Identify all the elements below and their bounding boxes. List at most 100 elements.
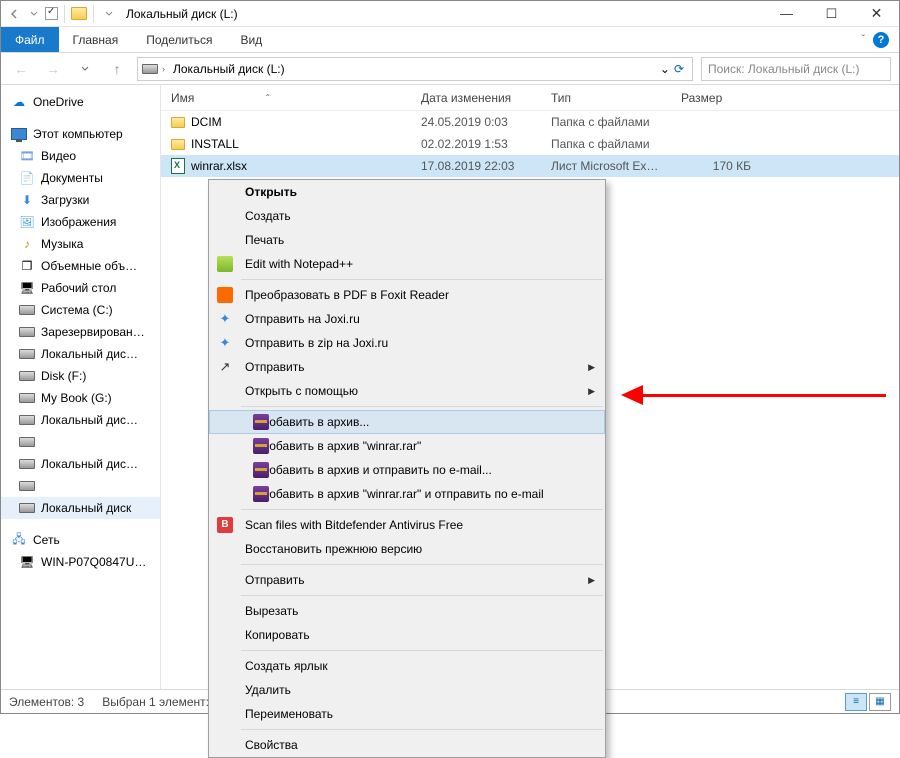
sidebar-item-desktop[interactable]: 🖥Рабочий стол — [1, 277, 160, 299]
file-row[interactable]: DCIM24.05.2019 0:03Папка с файлами — [161, 111, 899, 133]
context-menu-separator — [241, 595, 603, 596]
qat-back-icon[interactable] — [5, 5, 23, 23]
nav-up-button[interactable]: ↑ — [105, 57, 129, 81]
sidebar-item-reserved[interactable]: Зарезервирован… — [1, 321, 160, 343]
context-menu-item[interactable]: Удалить — [209, 678, 605, 702]
monitor-icon — [11, 126, 27, 142]
sidebar-item-disk-f[interactable]: Disk (F:) — [1, 365, 160, 387]
nav-history-dropdown[interactable] — [73, 57, 97, 81]
sidebar-item-mybook-g[interactable]: My Book (G:) — [1, 387, 160, 409]
context-menu-item[interactable]: ✦Отправить на Joxi.ru — [209, 307, 605, 331]
sidebar-onedrive[interactable]: ☁ OneDrive — [1, 91, 160, 113]
context-menu-item[interactable]: Добавить в архив "winrar.rar" и отправит… — [209, 482, 605, 506]
ribbon-tab-view[interactable]: Вид — [226, 27, 276, 52]
help-icon[interactable]: ? — [873, 32, 889, 48]
drive-icon — [19, 302, 35, 318]
breadcrumb-box[interactable]: › Локальный диск (L:) ⌄ ⟳ — [137, 57, 693, 81]
column-type[interactable]: Тип — [551, 91, 681, 105]
sidebar-item-localdisk-1[interactable]: Локальный дис… — [1, 343, 160, 365]
maximize-button[interactable]: ☐ — [809, 1, 854, 26]
context-menu-label: Открыть с помощью — [245, 384, 358, 398]
drive-icon — [19, 500, 35, 516]
ribbon-tab-home[interactable]: Главная — [59, 27, 133, 52]
sidebar-item-music[interactable]: ♪Музыка — [1, 233, 160, 255]
context-menu-item[interactable]: ✦Отправить в zip на Joxi.ru — [209, 331, 605, 355]
view-large-button[interactable]: ▦ — [869, 693, 891, 711]
network-icon: 🖧 — [11, 532, 27, 548]
ribbon-tab-share[interactable]: Поделиться — [132, 27, 226, 52]
context-menu-item[interactable]: Создать ярлык — [209, 654, 605, 678]
ribbon-tabs: Файл Главная Поделиться Вид ˇ ? — [1, 27, 899, 53]
chevron-down-icon[interactable]: ⌄ — [660, 62, 670, 76]
sidebar-this-pc[interactable]: Этот компьютер — [1, 123, 160, 145]
nav-forward-button[interactable]: → — [41, 57, 65, 81]
context-menu-item[interactable]: Открыть с помощью▶ — [209, 379, 605, 403]
context-menu: ОткрытьСоздатьПечать Edit with Notepad++ П… — [208, 179, 606, 758]
context-menu-item[interactable]: Преобразовать в PDF в Foxit Reader — [209, 283, 605, 307]
context-menu-label: Scan files with Bitdefender Antivirus Fr… — [245, 518, 463, 532]
context-menu-item[interactable]: Добавить в архив... — [209, 410, 605, 434]
column-date[interactable]: Дата изменения — [421, 91, 551, 105]
context-menu-item[interactable]: Добавить в архив "winrar.rar" — [209, 434, 605, 458]
context-menu-item[interactable]: Edit with Notepad++ — [209, 252, 605, 276]
context-menu-item[interactable]: Восстановить прежнюю версию — [209, 537, 605, 561]
sidebar-item-empty-1[interactable] — [1, 431, 160, 453]
chevron-right-icon[interactable]: › — [162, 64, 165, 74]
foxit-icon — [217, 287, 233, 303]
winrar-icon — [253, 462, 269, 478]
qat-checkbox-icon[interactable] — [45, 7, 58, 20]
column-headers: Имя⌃ Дата изменения Тип Размер — [161, 85, 899, 111]
context-menu-item[interactable]: Отправить▶ — [209, 568, 605, 592]
context-menu-item[interactable]: Свойства — [209, 733, 605, 757]
sidebar-item-localdisk-3[interactable]: Локальный дис… — [1, 453, 160, 475]
sidebar-network[interactable]: 🖧Сеть — [1, 529, 160, 551]
nav-back-button[interactable]: ← — [9, 57, 33, 81]
minimize-button[interactable]: — — [764, 1, 809, 26]
breadcrumb-location[interactable]: Локальный диск (L:) — [169, 62, 289, 76]
sidebar-item-video[interactable]: 🎞Видео — [1, 145, 160, 167]
context-menu-item[interactable]: Открыть — [209, 180, 605, 204]
column-name[interactable]: Имя⌃ — [171, 91, 421, 105]
sidebar-item-localdisk-2[interactable]: Локальный дис… — [1, 409, 160, 431]
desktop-icon: 🖥 — [19, 280, 35, 296]
file-row[interactable]: winrar.xlsx17.08.2019 22:03Лист Microsof… — [161, 155, 899, 177]
context-menu-label: Добавить в архив "winrar.rar" — [261, 439, 421, 453]
context-menu-item[interactable]: Переименовать — [209, 702, 605, 726]
context-menu-label: Отправить в zip на Joxi.ru — [245, 336, 388, 350]
submenu-arrow-icon: ▶ — [588, 362, 595, 373]
sidebar-item-empty-2[interactable] — [1, 475, 160, 497]
sidebar-item-drive-c[interactable]: Система (C:) — [1, 299, 160, 321]
context-menu-item[interactable]: Вырезать — [209, 599, 605, 623]
view-details-button[interactable]: ≡ — [845, 693, 867, 711]
sidebar-item-downloads[interactable]: ⬇Загрузки — [1, 189, 160, 211]
file-row[interactable]: INSTALL02.02.2019 1:53Папка с файлами — [161, 133, 899, 155]
file-type: Папка с файлами — [551, 137, 681, 151]
context-menu-item[interactable]: Копировать — [209, 623, 605, 647]
cloud-icon: ☁ — [11, 94, 27, 110]
sidebar-item-3dobjects[interactable]: ❒Объемные объ… — [1, 255, 160, 277]
annotation-arrow — [621, 385, 886, 405]
search-placeholder: Поиск: Локальный диск (L:) — [708, 62, 860, 76]
context-menu-item[interactable]: B Scan files with Bitdefender Antivirus F… — [209, 513, 605, 537]
column-size[interactable]: Размер — [681, 91, 761, 105]
context-menu-item[interactable]: ↗Отправить▶ — [209, 355, 605, 379]
refresh-icon[interactable]: ⟳ — [674, 62, 684, 76]
qat-dropdown-icon[interactable] — [100, 5, 118, 23]
ribbon-tab-file[interactable]: Файл — [1, 27, 59, 52]
sidebar-item-documents[interactable]: 📄Документы — [1, 167, 160, 189]
qat-down-icon[interactable] — [25, 5, 43, 23]
bitdefender-icon: B — [217, 517, 233, 533]
context-menu-label: Edit with Notepad++ — [245, 257, 353, 271]
sidebar-item-pictures[interactable]: 🖼Изображения — [1, 211, 160, 233]
sidebar-item-localdisk-l[interactable]: Локальный диск — [1, 497, 160, 519]
folder-icon — [71, 7, 87, 20]
context-menu-item[interactable]: Создать — [209, 204, 605, 228]
context-menu-item[interactable]: Добавить в архив и отправить по e-mail..… — [209, 458, 605, 482]
status-selected: Выбран 1 элемент: — [102, 695, 209, 709]
file-date: 02.02.2019 1:53 — [421, 137, 551, 151]
collapse-ribbon-icon[interactable]: ˇ — [862, 34, 865, 45]
sidebar-network-pc[interactable]: 🖥WIN-P07Q0847U… — [1, 551, 160, 573]
close-button[interactable]: ✕ — [854, 1, 899, 26]
context-menu-item[interactable]: Печать — [209, 228, 605, 252]
search-input[interactable]: Поиск: Локальный диск (L:) — [701, 57, 891, 81]
